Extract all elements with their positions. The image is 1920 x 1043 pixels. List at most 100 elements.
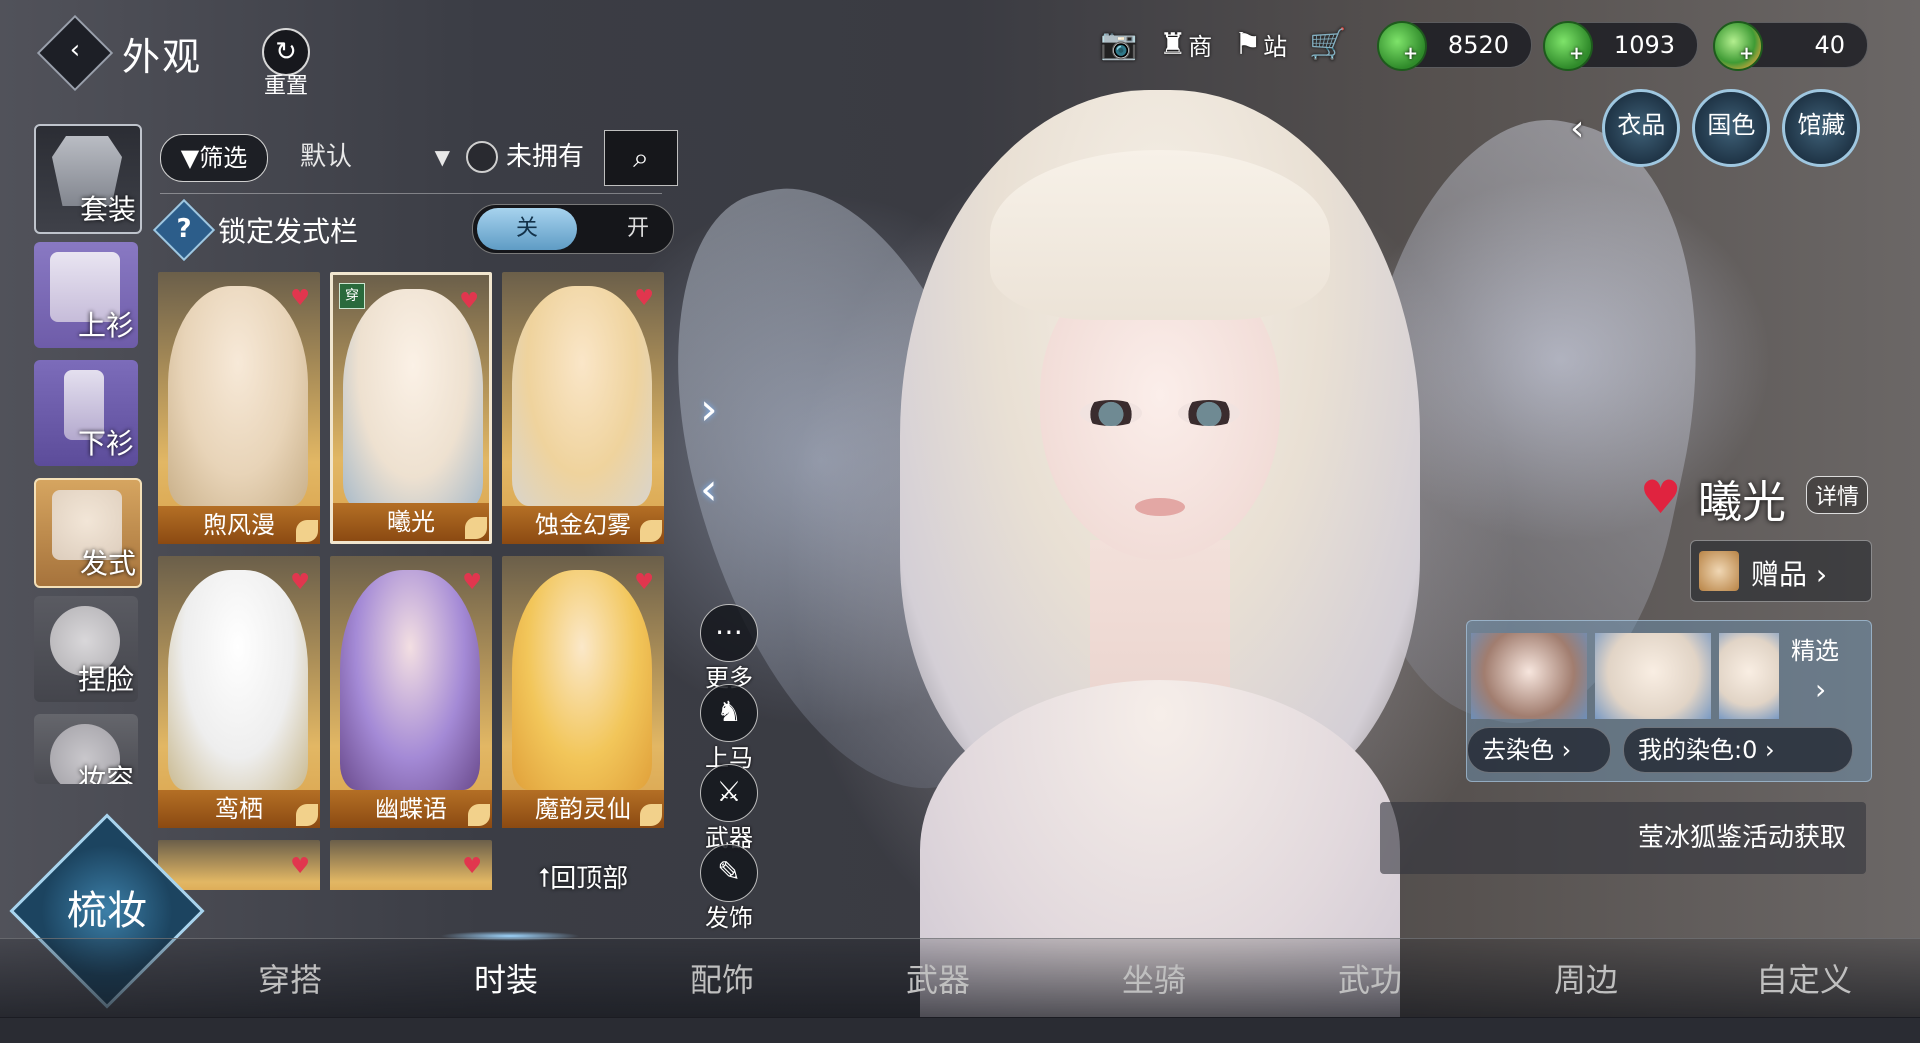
character-eye-left [1080, 400, 1142, 426]
hairstyle-grid: ♥ 煦风漫 穿 ♥ 曦光 ♥ 蚀金幻雾 ♥ 鸾栖 ♥ 幽蝶语 ♥ 魔韵灵仙 ♥ … [158, 272, 668, 890]
more-button[interactable]: ⋯ 更多 [694, 604, 764, 693]
sort-value: 默认 [300, 142, 353, 172]
back-arrow-icon: ‹ [69, 35, 81, 66]
nav-tab-fashion[interactable]: 时装 [474, 955, 538, 1001]
dye-preview-thumbnail[interactable] [1471, 633, 1587, 719]
item-name: 曦光 [1698, 478, 1786, 527]
heart-icon[interactable]: ♥ [634, 286, 654, 311]
heart-icon[interactable]: ♥ [459, 289, 479, 314]
search-button[interactable]: ⌕ [604, 130, 678, 186]
station-button[interactable]: ⚑ 站 [1234, 27, 1287, 62]
hairstyle-card[interactable]: ♥ [158, 840, 320, 890]
hairstyle-card[interactable]: ♥ 鸾栖 [158, 556, 320, 828]
sidebar-item-label: 下衫 [77, 427, 134, 460]
currency-jade-bound[interactable]: + 1093 [1543, 21, 1698, 71]
hairstyle-portrait [512, 286, 652, 506]
hairstyle-card-selected[interactable]: 穿 ♥ 曦光 [330, 272, 492, 544]
currency-value: 1093 [1613, 31, 1675, 59]
bottom-nav: 穿搭 时装 配饰 武器 坐骑 武功 周边 自定义 [0, 931, 1920, 1018]
sidebar-item-top[interactable]: 上衫 [34, 242, 138, 348]
add-icon: + [1569, 43, 1585, 64]
heart-icon[interactable]: ♥ [462, 854, 482, 879]
filter-button[interactable]: ▼筛选 [160, 134, 268, 182]
active-tab-glow [440, 931, 580, 941]
featured-label[interactable]: 精选 [1791, 631, 1839, 666]
expand-right-arrow-icon[interactable]: › [700, 384, 718, 435]
favorite-heart-icon[interactable]: ♥ [1640, 470, 1681, 524]
toggle-on-option[interactable]: 开 [627, 205, 649, 253]
nav-tab-peripherals[interactable]: 周边 [1554, 955, 1618, 1001]
character-lips [1135, 498, 1185, 516]
weapon-button[interactable]: ⚔ 武器 [694, 764, 764, 853]
add-icon: + [1739, 43, 1755, 64]
collapse-chevron-icon[interactable]: ‹ [1570, 108, 1584, 149]
dye-preview-thumbnail[interactable] [1719, 633, 1779, 719]
sidebar-item-makeup[interactable]: 妆容 [34, 714, 138, 784]
currency-jade[interactable]: + 8520 [1377, 21, 1532, 71]
toggle-off-option[interactable]: 关 [477, 208, 577, 250]
filter-label: 筛选 [199, 144, 248, 172]
page-title: 外观 [122, 37, 203, 79]
reset-button[interactable]: ↻ 重置 [256, 28, 316, 99]
camera-icon[interactable]: 📷 [1100, 27, 1137, 62]
nav-tab-martial-arts[interactable]: 武功 [1338, 955, 1402, 1001]
mount-button[interactable]: ♞ 上马 [694, 684, 764, 773]
my-dye-button[interactable]: 我的染色:0 › [1623, 727, 1853, 773]
sidebar-item-bottom[interactable]: 下衫 [34, 360, 138, 466]
lock-toggle[interactable]: 关 开 [472, 204, 674, 254]
horse-icon: ♞ [700, 684, 758, 742]
hairstyle-portrait [343, 289, 483, 509]
cart-icon[interactable]: 🛒 [1309, 27, 1346, 62]
nav-tab-accessories[interactable]: 配饰 [690, 955, 754, 1001]
category-sidebar: 套装 上衫 下衫 发式 捏脸 妆容 [34, 124, 144, 784]
help-icon[interactable]: ? [152, 198, 216, 262]
character-model[interactable] [900, 90, 1420, 1017]
hairstyle-card[interactable]: ♥ 煦风漫 [158, 272, 320, 544]
nav-tab-custom[interactable]: 自定义 [1756, 955, 1852, 1001]
back-to-top-button[interactable]: ⭡回顶部 [538, 858, 628, 895]
sidebar-item-outfit[interactable]: 套装 [34, 124, 142, 234]
sword-icon: ⚔ [700, 764, 758, 822]
back-to-top-label: 回顶部 [550, 864, 629, 894]
arrow-up-icon: ⭡ [538, 864, 551, 894]
sidebar-item-hairstyle[interactable]: 发式 [34, 478, 142, 588]
top-right-tabs: ‹ 衣品 国色 馆藏 [1570, 89, 1861, 167]
hair-accessory-button[interactable]: ✎ 发饰 [694, 844, 764, 933]
hairstyle-card[interactable]: ♥ 魔韵灵仙 [502, 556, 664, 828]
hairstyle-card[interactable]: ♥ 蚀金幻雾 [502, 272, 664, 544]
collapse-left-arrow-icon[interactable]: ‹ [700, 464, 718, 515]
sidebar-item-label: 套装 [79, 193, 136, 226]
hairstyle-card[interactable]: ♥ 幽蝶语 [330, 556, 492, 828]
corner-ornament-icon [296, 804, 318, 826]
dye-preview-thumbnail[interactable] [1595, 633, 1711, 719]
gift-label: 赠品 › [1751, 558, 1828, 591]
nav-tab-weapons[interactable]: 武器 [906, 955, 970, 1001]
tab-national-color[interactable]: 国色 [1692, 89, 1771, 167]
tab-wardrobe[interactable]: 衣品 [1602, 89, 1681, 167]
hairstyle-card[interactable]: ♥ [330, 840, 492, 890]
heart-icon[interactable]: ♥ [462, 570, 482, 595]
nav-tab-mounts[interactable]: 坐骑 [1122, 955, 1186, 1001]
chevron-right-icon[interactable]: › [1815, 673, 1826, 706]
not-owned-checkbox[interactable]: 未拥有 [466, 134, 584, 180]
sidebar-item-face[interactable]: 捏脸 [34, 596, 138, 702]
go-dye-button[interactable]: 去染色 › [1467, 727, 1611, 773]
jade-coin-icon [1543, 21, 1593, 71]
heart-icon[interactable]: ♥ [634, 570, 654, 595]
heart-icon[interactable]: ♥ [290, 854, 310, 879]
hairstyle-portrait [168, 570, 308, 790]
divider [160, 193, 662, 194]
currency-gold-jade[interactable]: + 40 [1713, 21, 1868, 71]
nav-tab-outfit-combo[interactable]: 穿搭 [258, 955, 322, 1001]
heart-icon[interactable]: ♥ [290, 286, 310, 311]
shop-button[interactable]: ♜ 商 [1159, 27, 1212, 62]
tab-collection[interactable]: 馆藏 [1782, 89, 1861, 167]
character-bangs [990, 150, 1330, 320]
gift-button[interactable]: 赠品 › [1690, 540, 1872, 602]
hairstyle-portrait [512, 570, 652, 790]
dye-panel: 精选 › 去染色 › 我的染色:0 › [1466, 620, 1872, 782]
shop-label: 商 [1188, 32, 1213, 61]
heart-icon[interactable]: ♥ [290, 570, 310, 595]
details-button[interactable]: 详情 [1806, 476, 1869, 514]
sort-dropdown[interactable]: 默认 ▼ [300, 134, 450, 180]
